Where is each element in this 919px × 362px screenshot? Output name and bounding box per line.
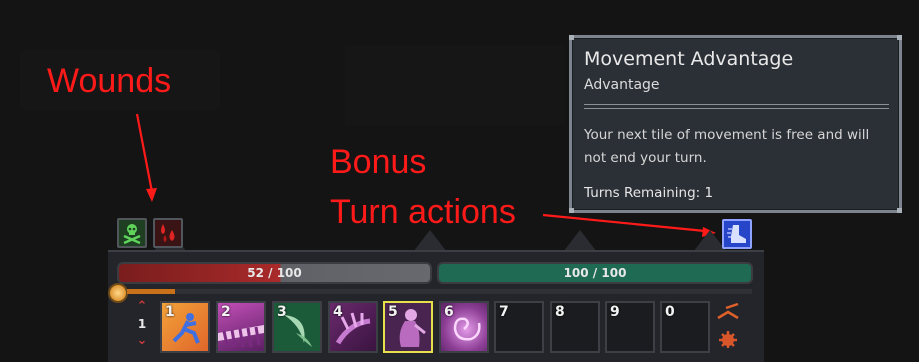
mana-text: 100 / 100 xyxy=(563,266,627,280)
slot-key: 4 xyxy=(333,304,343,320)
skull-crossbones-icon[interactable] xyxy=(117,218,147,248)
ability-slot-4[interactable]: 4 xyxy=(328,301,378,353)
ability-slot-8[interactable]: 8 xyxy=(550,301,600,353)
tooltip-turns-remaining: Turns Remaining: 1 xyxy=(584,185,714,201)
slot-key: 1 xyxy=(165,304,175,320)
boot-icon[interactable] xyxy=(722,219,752,249)
mana-bar: 100 / 100 xyxy=(437,262,753,284)
slot-key: 5 xyxy=(388,304,398,320)
ability-slot-1[interactable]: 1 xyxy=(160,301,210,353)
swap-arrows-icon[interactable] xyxy=(717,302,739,320)
tooltip-corner xyxy=(897,208,902,213)
slot-key: 9 xyxy=(610,304,620,320)
ability-slot-6[interactable]: 6 xyxy=(439,301,489,353)
wounds-arrow xyxy=(135,113,154,193)
blood-drops-icon[interactable] xyxy=(153,218,183,248)
turn-number: 1 xyxy=(137,317,147,331)
ability-slot-5[interactable]: 5 xyxy=(383,301,433,353)
annotation-turn-actions: Turn actions xyxy=(330,193,516,231)
slot-key: 2 xyxy=(221,304,231,320)
tooltip-title: Movement Advantage xyxy=(584,48,794,70)
ability-slot-3[interactable]: 3 xyxy=(272,301,322,353)
slot-key: 3 xyxy=(277,304,287,320)
ability-slot-9[interactable]: 9 xyxy=(605,301,655,353)
tooltip-description: Your next tile of movement is free and w… xyxy=(584,127,870,166)
right-controls xyxy=(714,300,744,349)
ability-slot-0[interactable]: 0 xyxy=(660,301,710,353)
tooltip-corner xyxy=(569,35,574,40)
slot-key: 8 xyxy=(555,304,565,320)
slot-key: 6 xyxy=(444,304,454,320)
annotation-bonus: Bonus xyxy=(330,143,427,181)
experience-fill xyxy=(127,289,175,294)
turn-actions-arrow xyxy=(542,213,706,233)
ability-slot-7[interactable]: 7 xyxy=(494,301,544,353)
slot-key: 0 xyxy=(665,304,675,320)
chevron-up-icon[interactable]: ⌃ xyxy=(129,300,155,314)
tooltip-panel: Movement Advantage Advantage Your next t… xyxy=(569,35,902,213)
health-bar: 52 / 100 xyxy=(117,262,432,284)
ability-slot-2[interactable]: 2 xyxy=(216,301,266,353)
tooltip-subtitle: Advantage xyxy=(584,77,660,93)
health-text: 52 / 100 xyxy=(247,266,302,280)
tooltip-corner xyxy=(897,35,902,40)
turn-control: ⌃ 1 ⌄ xyxy=(129,300,155,348)
wounds-arrowhead xyxy=(146,188,157,202)
chevron-down-icon[interactable]: ⌄ xyxy=(129,334,155,348)
experience-orb-icon xyxy=(108,283,128,303)
tooltip-divider xyxy=(584,104,889,109)
slot-key: 7 xyxy=(499,304,509,320)
tooltip-corner xyxy=(569,208,574,213)
gear-icon[interactable] xyxy=(719,331,737,349)
annotation-wounds: Wounds xyxy=(47,62,172,100)
background-panel xyxy=(345,45,565,125)
experience-bar xyxy=(127,289,752,294)
